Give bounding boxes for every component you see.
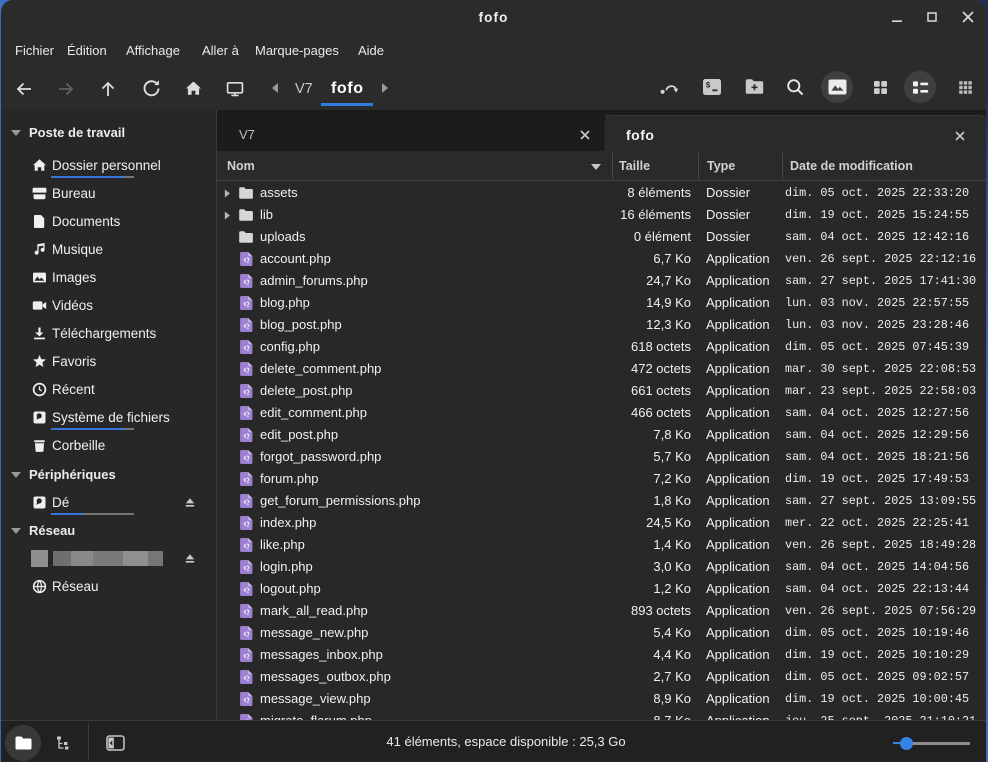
- svg-text:$: $: [706, 82, 711, 91]
